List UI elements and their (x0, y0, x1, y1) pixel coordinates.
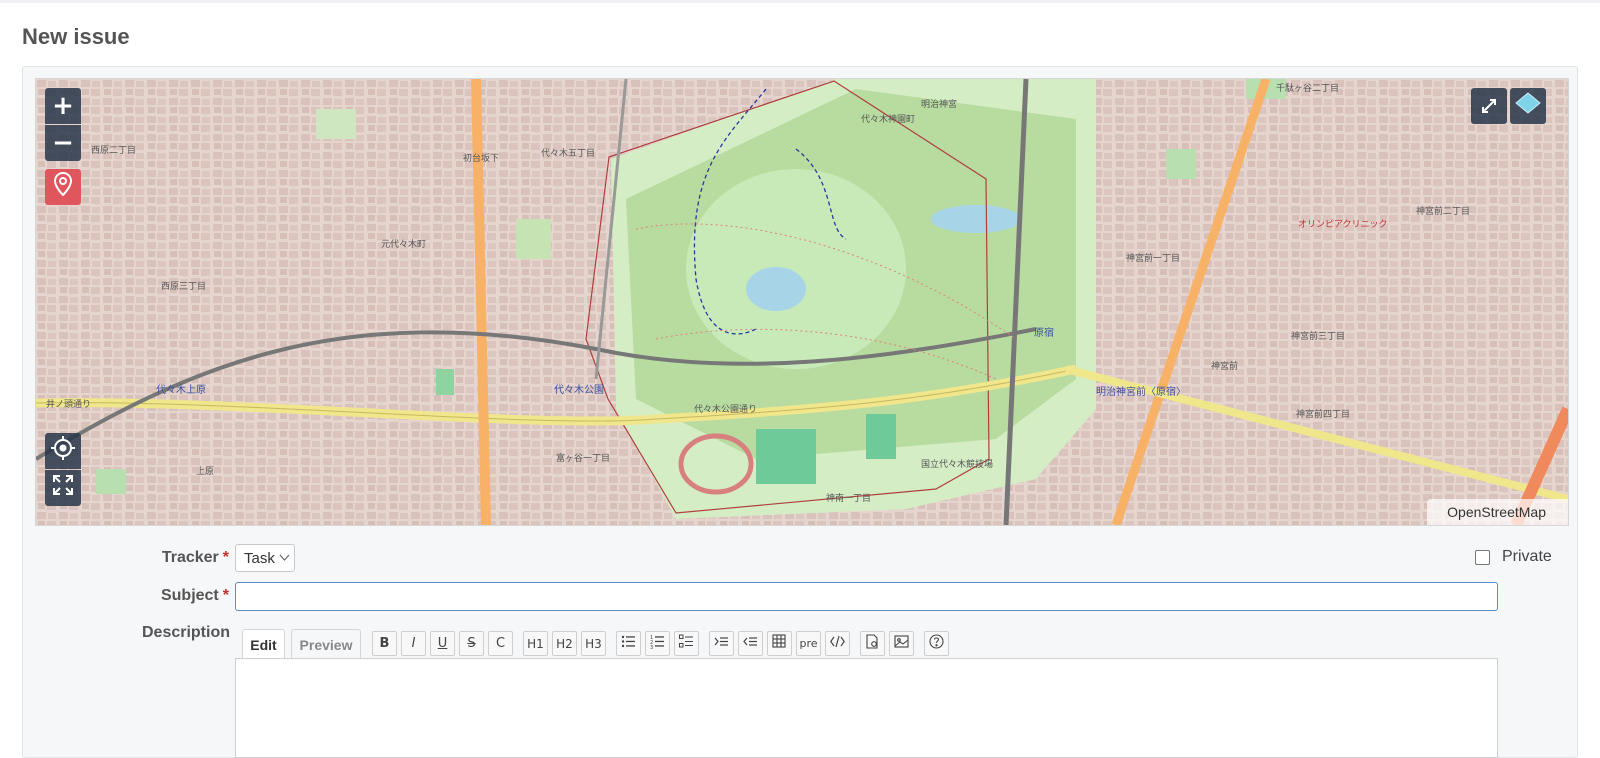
svg-text:3: 3 (650, 645, 653, 649)
map-pin-icon (53, 171, 73, 203)
subject-label-text: Subject (160, 587, 219, 604)
private-option: Private (1475, 548, 1552, 566)
geolocate-button[interactable] (45, 433, 81, 469)
tracker-select[interactable]: Task (235, 544, 295, 572)
bold-button[interactable]: B (372, 631, 397, 656)
required-mark: * (222, 587, 229, 604)
heading3-button[interactable]: H3 (581, 631, 606, 656)
map-label: 神宮前二丁目 (1416, 207, 1471, 217)
subject-input[interactable] (235, 582, 1498, 611)
table-icon (772, 634, 787, 653)
zoom-to-extent-button[interactable] (45, 470, 81, 506)
image-icon (894, 634, 909, 653)
map-label: 代々木公園 (554, 385, 604, 396)
map-label: 代々木上原 (156, 385, 206, 396)
strikethrough-button[interactable]: S (459, 631, 484, 656)
map-label: 神宮前三丁目 (1291, 332, 1346, 342)
map-label: 明治神宮前〈原宿〉 (1096, 387, 1186, 398)
map-tiles (36, 79, 1568, 525)
tab-edit[interactable]: Edit (242, 629, 285, 659)
map-label: 明治神宮 (921, 100, 958, 110)
fullscreen-button[interactable] (1471, 88, 1507, 124)
heading2-button[interactable]: H2 (552, 631, 577, 656)
tracker-label-text: Tracker (161, 549, 219, 566)
ordered-list-button[interactable]: 123 (645, 631, 670, 656)
crosshair-icon (51, 435, 75, 467)
underline-button[interactable]: U (430, 631, 455, 656)
inline-code-button[interactable]: C (488, 631, 513, 656)
checklist-icon (679, 634, 694, 653)
description-label: Description (141, 624, 230, 641)
private-label: Private (1502, 548, 1552, 565)
expand-arrows-icon (52, 473, 74, 503)
location-pin-button[interactable] (45, 169, 81, 205)
zoom-in-button[interactable]: + (45, 88, 81, 124)
map-label: 西原三丁目 (161, 282, 207, 292)
map-label: 初台坂下 (463, 154, 500, 164)
help-icon (929, 634, 944, 653)
outdent-button[interactable] (738, 631, 763, 656)
map-label: 代々木神園町 (861, 115, 916, 125)
layers-icon (1514, 91, 1542, 122)
map-label: 富ヶ谷一丁目 (556, 454, 611, 464)
tab-preview[interactable]: Preview (291, 629, 361, 659)
tracker-value: Task (244, 549, 275, 567)
image-button[interactable] (889, 631, 914, 656)
map-label: 国立代々木競技場 (921, 460, 994, 470)
chevron-down-icon (279, 552, 290, 564)
map-label: 神南一丁目 (826, 494, 872, 504)
zoom-out-button[interactable]: − (45, 125, 81, 161)
map-view[interactable]: 西原二丁目 代々木五丁目 初台坂下 元代々木町 西原三丁目 代々木神園町 明治神… (35, 78, 1569, 526)
heading1-button[interactable]: H1 (523, 631, 548, 656)
map-label: 井ノ頭通り (46, 400, 92, 410)
bullet-list-icon (621, 634, 636, 653)
top-divider (0, 0, 1600, 3)
code-icon (830, 634, 845, 653)
description-textarea[interactable] (235, 658, 1498, 758)
tracker-label: Tracker * (140, 549, 229, 567)
map-attribution[interactable]: OpenStreetMap (1427, 499, 1568, 525)
map-label: 西原二丁目 (91, 146, 137, 156)
indent-button[interactable] (709, 631, 734, 656)
wiki-link-button[interactable] (860, 631, 885, 656)
map-label: 神宮前一丁目 (1126, 254, 1181, 264)
map-label: 千駄ヶ谷二丁目 (1276, 84, 1340, 94)
map-label: 元代々木町 (381, 240, 427, 250)
help-button[interactable] (924, 631, 949, 656)
required-mark: * (222, 549, 229, 566)
table-button[interactable] (767, 631, 792, 656)
private-checkbox[interactable] (1475, 549, 1490, 565)
map-label: 代々木公園通り (694, 405, 758, 415)
layer-switcher-button[interactable] (1510, 88, 1546, 124)
preformatted-button[interactable]: pre (796, 631, 821, 656)
map-label: 上原 (196, 467, 215, 477)
italic-button[interactable]: I (401, 631, 426, 656)
fullscreen-icon (1481, 91, 1497, 121)
task-list-button[interactable] (674, 631, 699, 656)
numbered-list-icon: 123 (650, 634, 665, 653)
map-label: 神宮前 (1211, 362, 1239, 372)
document-link-icon (865, 634, 880, 653)
map-label: 原宿 (1034, 328, 1054, 339)
page-title: New issue (22, 24, 130, 49)
map-label: オリンピアクリニック (1298, 220, 1388, 230)
code-highlight-button[interactable] (825, 631, 850, 656)
map-label: 神宮前四丁目 (1296, 410, 1351, 420)
subject-label: Subject * (140, 587, 229, 605)
indent-icon (714, 634, 729, 653)
outdent-icon (743, 634, 758, 653)
map-label: 代々木五丁目 (541, 149, 596, 159)
unordered-list-button[interactable] (616, 631, 641, 656)
